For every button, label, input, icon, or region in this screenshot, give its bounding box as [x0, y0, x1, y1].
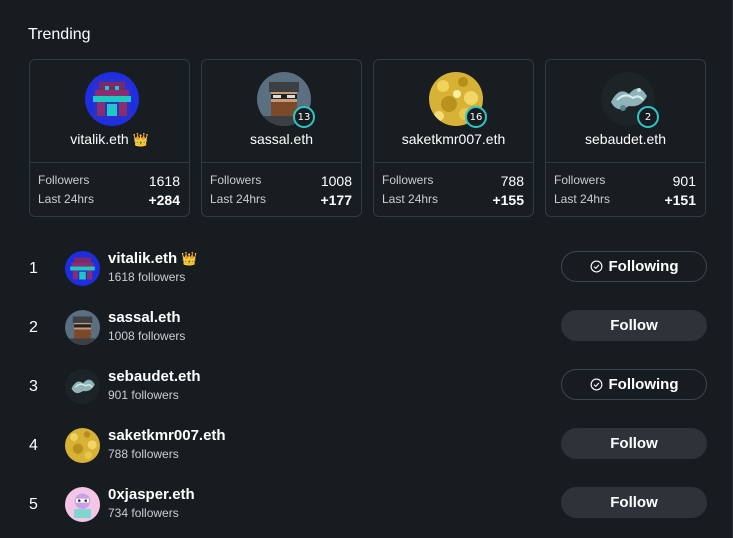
user-name-text[interactable]: vitalik.eth [108, 250, 177, 267]
following-button-label: Following [608, 258, 679, 275]
ring-badge-icon: 16 [465, 106, 487, 128]
last24-label: Last 24hrs [38, 192, 95, 206]
followers-count: 1008 followers [108, 329, 186, 343]
card-name: sassal.eth [202, 131, 361, 147]
divider [374, 162, 533, 163]
followers-count: 1008 [320, 173, 352, 189]
check-circle-icon [590, 378, 603, 391]
user-name-text[interactable]: sebaudet.eth [108, 368, 201, 385]
ring-badge-icon: 2 [637, 106, 659, 128]
divider [30, 162, 189, 163]
followers-label: Followers [554, 173, 606, 187]
last24-count: +177 [320, 192, 352, 208]
card-name-text: vitalik.eth [70, 131, 129, 147]
list-item: 3 sebaudet.eth 901 followers Following [0, 356, 733, 415]
crown-icon: 👑 [181, 251, 198, 266]
user-name-text[interactable]: sassal.eth [108, 309, 181, 326]
last24-count: +151 [664, 192, 696, 208]
card-name-text: saketkmr007.eth [401, 131, 506, 147]
ring-badge-icon: 13 [293, 106, 315, 128]
followers-count: 788 followers [108, 447, 179, 461]
last24-count: +284 [148, 192, 180, 208]
followers-label: Followers [382, 173, 434, 187]
avatar[interactable] [65, 487, 100, 522]
card-name: vitalik.eth 👑 [30, 131, 189, 148]
avatar: 2 [601, 72, 659, 128]
list-item: 2 sassal.eth 1008 followers Follow [0, 297, 733, 356]
avatar: 13 [257, 72, 315, 128]
avatar-image [85, 72, 139, 126]
followers-label: Followers [210, 173, 262, 187]
followers-count: 901 followers [108, 388, 179, 402]
divider [202, 162, 361, 163]
avatar [85, 72, 139, 126]
rank-number: 3 [29, 378, 38, 395]
list-item: 1 vitalik.eth 👑 1618 followers Following [0, 238, 733, 297]
list-item: 5 0xjasper.eth 734 followers Follow [0, 474, 733, 533]
avatar[interactable] [65, 251, 100, 286]
user-name-text[interactable]: saketkmr007.eth [108, 427, 226, 444]
user-name[interactable]: sassal.eth [108, 309, 181, 326]
following-button[interactable]: Following [561, 369, 707, 400]
trending-cards: vitalik.eth 👑 Followers 1618 Last 24hrs … [29, 59, 707, 219]
avatar[interactable] [65, 369, 100, 404]
last24-label: Last 24hrs [382, 192, 439, 206]
section-title: Trending [28, 26, 91, 43]
divider [546, 162, 705, 163]
follow-button-label: Follow [610, 494, 658, 511]
avatar[interactable] [65, 310, 100, 345]
trending-card[interactable]: 16 saketkmr007.eth Followers 788 Last 24… [373, 59, 534, 217]
follow-button[interactable]: Follow [561, 428, 707, 459]
trending-card[interactable]: 2 sebaudet.eth Followers 901 Last 24hrs … [545, 59, 706, 217]
followers-count: 788 [500, 173, 524, 189]
rank-number: 4 [29, 437, 38, 454]
card-name: saketkmr007.eth [374, 131, 533, 147]
followers-count: 734 followers [108, 506, 179, 520]
follow-button-label: Follow [610, 435, 658, 452]
avatar: 16 [429, 72, 487, 128]
following-button-label: Following [608, 376, 679, 393]
following-button[interactable]: Following [561, 251, 707, 282]
user-name[interactable]: vitalik.eth 👑 [108, 250, 198, 267]
rank-number: 2 [29, 319, 38, 336]
user-name[interactable]: 0xjasper.eth [108, 486, 195, 503]
followers-label: Followers [38, 173, 90, 187]
followers-count: 901 [672, 173, 696, 189]
trending-panel: Trending vitalik.eth 👑 Followers 1618 La… [0, 0, 733, 538]
followers-count: 1618 [148, 173, 180, 189]
crown-icon: 👑 [132, 132, 149, 147]
last24-label: Last 24hrs [554, 192, 611, 206]
last24-count: +155 [492, 192, 524, 208]
avatar[interactable] [65, 428, 100, 463]
card-name-text: sebaudet.eth [585, 131, 666, 147]
rank-number: 5 [29, 496, 38, 513]
check-circle-icon [590, 260, 603, 273]
last24-label: Last 24hrs [210, 192, 267, 206]
user-name-text[interactable]: 0xjasper.eth [108, 486, 195, 503]
trending-card[interactable]: vitalik.eth 👑 Followers 1618 Last 24hrs … [29, 59, 190, 217]
trending-card[interactable]: 13 sassal.eth Followers 1008 Last 24hrs … [201, 59, 362, 217]
list-item: 4 saketkmr007.eth 788 followers Follow [0, 415, 733, 474]
rank-number: 1 [29, 260, 38, 277]
follow-button[interactable]: Follow [561, 487, 707, 518]
follow-button[interactable]: Follow [561, 310, 707, 341]
card-name-text: sassal.eth [249, 131, 314, 147]
user-name[interactable]: sebaudet.eth [108, 368, 201, 385]
user-name[interactable]: saketkmr007.eth [108, 427, 226, 444]
followers-count: 1618 followers [108, 270, 186, 284]
follow-button-label: Follow [610, 317, 658, 334]
card-name: sebaudet.eth [546, 131, 705, 147]
